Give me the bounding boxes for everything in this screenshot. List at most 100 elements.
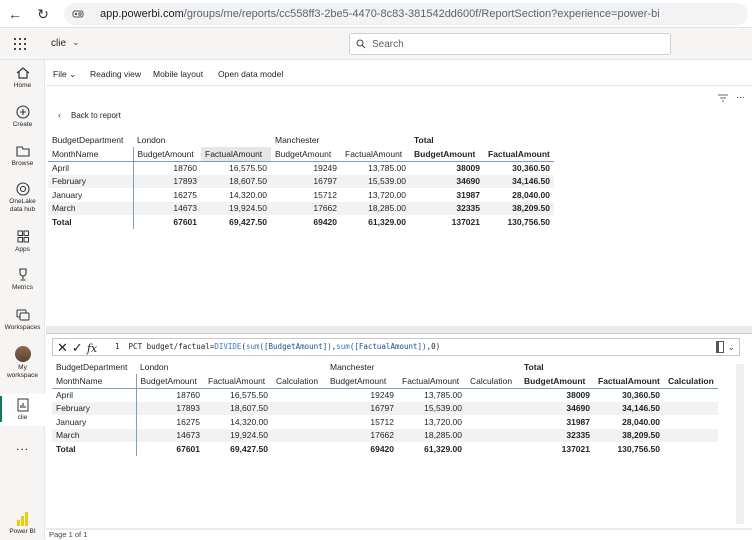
cell: 34,146.50	[484, 174, 554, 188]
row-header[interactable]: MonthName	[48, 147, 134, 162]
cell	[664, 442, 718, 456]
column-header[interactable]: BudgetAmount	[133, 147, 201, 162]
column-group-header[interactable]: Total	[520, 360, 718, 374]
more-options-icon[interactable]: ···	[736, 92, 745, 102]
search-input[interactable]: Search	[349, 33, 671, 55]
cancel-icon[interactable]: ✕	[57, 340, 68, 356]
back-arrow-icon[interactable]: ←	[6, 5, 24, 23]
nav-workspaces[interactable]: Workspaces	[0, 308, 45, 332]
table-view-icon[interactable]	[716, 341, 725, 353]
cell: 15712	[313, 189, 337, 200]
cell: 61,329.00	[368, 216, 406, 227]
column-header[interactable]: BudgetAmount	[136, 374, 204, 389]
cell: 34690	[520, 401, 594, 415]
column-header[interactable]: FactualAmount	[204, 374, 272, 389]
refresh-icon[interactable]: ↻	[34, 5, 52, 23]
cell: 38,209.50	[594, 428, 664, 442]
column-header[interactable]: BudgetAmount	[271, 147, 341, 162]
nav-apps[interactable]: Apps	[0, 230, 45, 254]
cell: 28,040.00	[512, 189, 550, 200]
cell	[466, 401, 520, 415]
commit-icon[interactable]: ✓	[72, 340, 83, 356]
cell: 15,539.00	[398, 401, 466, 415]
row-label: April	[52, 388, 137, 402]
table-row: April 18760 16,575.50 19249 13,785.00 38…	[52, 388, 718, 402]
column-header[interactable]: FactualAmount	[341, 147, 410, 162]
formula-field: ([BudgetAmount])	[259, 342, 332, 351]
column-group-header[interactable]: Manchester	[326, 360, 520, 374]
column-header[interactable]: BudgetAmount	[410, 147, 484, 162]
formula-bar[interactable]: ✕ ✓ fx 1 PCT budget/factual=DIVIDE(sum([…	[52, 338, 740, 356]
cell	[664, 401, 718, 415]
address-bar[interactable]: app.powerbi.com/groups/me/reports/cc558f…	[64, 3, 748, 25]
nav-label-2: data hub	[9, 206, 36, 213]
column-group-header[interactable]: Manchester	[271, 133, 410, 147]
column-group-header[interactable]: London	[136, 360, 326, 374]
app-launcher-icon[interactable]	[14, 38, 26, 50]
total-row: Total 67601 69,427.50 69420 61,329.00 13…	[48, 215, 554, 229]
cell	[272, 442, 326, 456]
cell: 61,329.00	[424, 443, 462, 454]
cell: 16275	[176, 416, 200, 427]
matrix-visual-top: BudgetDepartment London Manchester Total…	[48, 133, 554, 229]
formula-text[interactable]: 1 PCT budget/factual=DIVIDE(sum([BudgetA…	[115, 342, 440, 351]
open-data-model-button[interactable]: Open data model	[218, 69, 283, 79]
file-menu[interactable]: File ⌄	[53, 69, 76, 80]
row-label: March	[52, 428, 137, 442]
column-group-header[interactable]: Total	[410, 133, 554, 147]
workspaces-icon	[16, 309, 29, 321]
cell: 137021	[561, 443, 590, 454]
formula-func: sum	[245, 342, 260, 351]
column-header[interactable]: FactualAmount	[201, 147, 271, 162]
nav-onelake[interactable]: OneLake data hub	[0, 182, 45, 214]
nav-home[interactable]: Home	[0, 66, 45, 90]
formula-field: ([FactualAmount])	[349, 342, 427, 351]
folder-icon	[15, 146, 30, 157]
column-header[interactable]: FactualAmount	[484, 147, 554, 162]
table-row: April 18760 16,575.50 19249 13,785.00 38…	[48, 161, 554, 175]
chevron-down-icon[interactable]: ⌄	[727, 342, 735, 353]
site-info-icon[interactable]	[72, 7, 86, 21]
cell: 69420	[313, 216, 337, 227]
cell: 130,756.50	[617, 443, 660, 454]
cell: 30,360.50	[512, 163, 550, 173]
nav-create[interactable]: Create	[0, 105, 45, 129]
cell: 15,539.00	[341, 174, 410, 188]
nav-report-clie[interactable]: clie	[0, 394, 45, 426]
row-header[interactable]: MonthName	[52, 374, 137, 389]
column-header[interactable]: Calculation	[664, 374, 718, 389]
vertical-scrollbar[interactable]	[736, 364, 744, 524]
cell	[664, 388, 718, 402]
cell: 19,924.50	[204, 428, 272, 442]
url-path: /groups/me/reports/cc558ff3-2be5-4470-8c…	[183, 8, 660, 20]
mobile-layout-button[interactable]: Mobile layout	[153, 69, 203, 79]
column-header[interactable]: Calculation	[466, 374, 520, 389]
column-group-header[interactable]: London	[133, 133, 271, 147]
column-header[interactable]: FactualAmount	[594, 374, 664, 389]
chevron-down-icon[interactable]: ⌄	[72, 37, 80, 48]
back-to-report-link[interactable]: ‹ Back to report	[58, 110, 121, 120]
cell: 67601	[176, 443, 200, 454]
row-header[interactable]: BudgetDepartment	[52, 360, 136, 374]
total-row: Total 67601 69,427.50 69420 61,329.00 13…	[52, 442, 718, 456]
nav-browse[interactable]: Browse	[0, 144, 45, 168]
filter-icon[interactable]	[718, 94, 728, 102]
cell: 16275	[173, 189, 197, 200]
column-header[interactable]: FactualAmount	[398, 374, 466, 389]
report-name[interactable]: clie	[51, 38, 66, 49]
report-icon	[17, 398, 28, 412]
cell: 17893	[136, 401, 204, 415]
nav-metrics[interactable]: Metrics	[0, 268, 45, 292]
column-header[interactable]: BudgetAmount	[326, 374, 398, 389]
row-header[interactable]: BudgetDepartment	[48, 133, 133, 147]
more-options-icon[interactable]: ...	[0, 440, 45, 453]
cell: 69,427.50	[229, 216, 267, 227]
table-row: January 16275 14,320.00 15712 13,720.00 …	[48, 188, 554, 202]
cell: 17662	[326, 428, 398, 442]
reading-view-button[interactable]: Reading view	[90, 69, 141, 79]
cell: 13,785.00	[368, 163, 406, 173]
column-header[interactable]: Calculation	[272, 374, 326, 389]
column-header[interactable]: BudgetAmount	[520, 374, 594, 389]
nav-my-workspace[interactable]: My workspace	[0, 346, 45, 380]
fx-icon[interactable]: fx	[87, 342, 97, 355]
